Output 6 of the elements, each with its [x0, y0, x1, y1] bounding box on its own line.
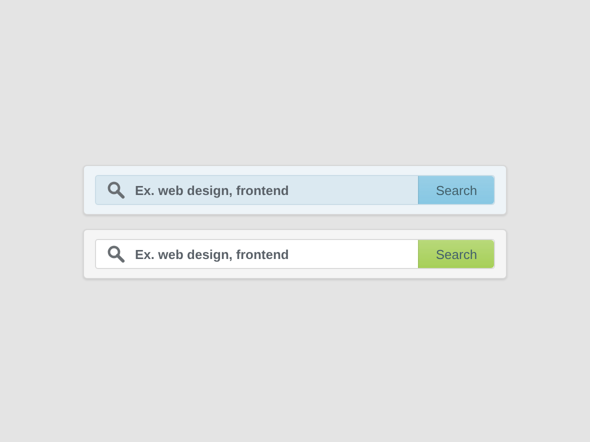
search-button[interactable]: Search — [418, 240, 494, 268]
search-icon — [107, 245, 125, 263]
search-field[interactable]: Ex. web design, frontend Search — [95, 239, 495, 269]
search-field[interactable]: Ex. web design, frontend Search — [95, 175, 495, 205]
search-button[interactable]: Search — [418, 176, 494, 204]
search-icon — [107, 181, 125, 199]
